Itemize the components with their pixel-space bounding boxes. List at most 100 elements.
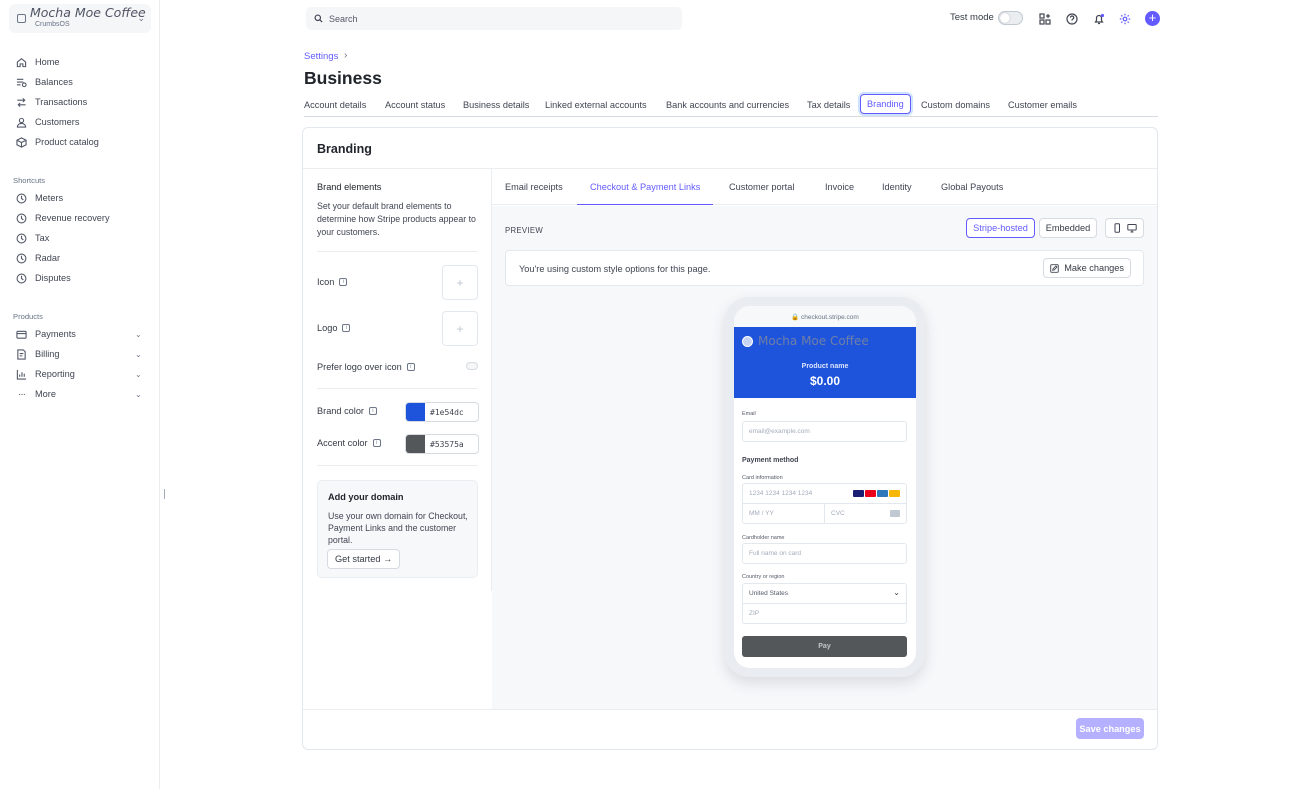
tab-linked-external-accounts[interactable]: Linked external accounts <box>545 94 647 116</box>
info-icon[interactable]: i <box>368 407 377 415</box>
info-icon[interactable]: i <box>342 324 351 332</box>
sidebar-resize-handle[interactable] <box>164 489 165 499</box>
balances-icon <box>16 77 27 88</box>
make-changes-button[interactable]: Make changes <box>1043 258 1131 278</box>
desktop-icon[interactable] <box>1127 223 1137 233</box>
tab-branding[interactable]: Branding <box>860 94 911 114</box>
accent-color-swatch[interactable] <box>406 435 425 453</box>
brand-color-hex[interactable]: #1e54dc <box>425 403 464 421</box>
cvc-card-icon <box>890 510 900 517</box>
sidebar-item-label: Disputes <box>35 273 71 283</box>
search-input[interactable] <box>329 13 659 24</box>
stripe-hosted-toggle[interactable]: Stripe-hosted <box>966 218 1035 238</box>
store-icon <box>17 14 26 23</box>
email-label: Email <box>742 411 756 417</box>
search-icon <box>314 14 323 23</box>
expiry-field[interactable]: MM / YY <box>742 503 825 524</box>
tab-customer-emails[interactable]: Customer emails <box>1008 94 1077 116</box>
cardholder-field[interactable]: Full name on card <box>742 543 907 564</box>
info-icon[interactable]: i <box>406 363 415 371</box>
info-icon[interactable]: i <box>339 278 348 286</box>
sidebar-item-label: Home <box>35 57 60 67</box>
email-field[interactable]: email@example.com <box>742 421 907 442</box>
checkout-price: $0.00 <box>809 374 841 388</box>
chevron-down-icon[interactable]: ⌄ <box>135 346 142 362</box>
tab-email-receipts[interactable]: Email receipts <box>505 169 563 205</box>
tab-bank-accounts-and-currencies[interactable]: Bank accounts and currencies <box>666 94 789 116</box>
sidebar-item-radar[interactable]: Radar <box>16 250 60 266</box>
add-domain-title: Add your domain <box>328 492 404 502</box>
help-icon[interactable] <box>1065 12 1078 25</box>
search-bar[interactable] <box>306 7 682 30</box>
tab-account-details[interactable]: Account details <box>304 94 366 116</box>
sidebar-item-reporting[interactable]: Reporting <box>16 366 75 382</box>
sidebar-item-transactions[interactable]: Transactions <box>16 94 87 110</box>
zip-field[interactable]: ZIP <box>742 603 907 624</box>
sidebar-item-label: Billing <box>35 349 60 359</box>
tab-customer-portal[interactable]: Customer portal <box>729 169 794 205</box>
sidebar-item-billing[interactable]: Billing <box>16 346 60 362</box>
brand-color-label-text: Brand color <box>317 406 364 416</box>
preview-area: PREVIEW Stripe-hosted Embedded You're us… <box>492 206 1157 709</box>
brand-color-label: Brand color i <box>317 406 377 416</box>
more-icon: ··· <box>18 388 26 400</box>
cvc-placeholder: CVC <box>831 510 845 517</box>
clock-icon <box>16 213 27 224</box>
test-mode-label: Test mode <box>950 12 994 23</box>
icon-upload-button[interactable]: + <box>442 265 478 300</box>
accent-color-input[interactable]: #53575a <box>405 434 479 454</box>
breadcrumb-settings[interactable]: Settings <box>304 51 338 62</box>
sidebar-item-label: Payments <box>35 329 76 339</box>
tab-custom-domains[interactable]: Custom domains <box>921 94 990 116</box>
sidebar-item-revenue-recovery[interactable]: Revenue recovery <box>16 210 110 226</box>
sidebar-item-meters[interactable]: Meters <box>16 190 63 206</box>
sidebar-item-balances[interactable]: Balances <box>16 74 73 90</box>
sidebar-item-label: Transactions <box>35 97 88 107</box>
country-select[interactable]: United States ⌄ <box>742 583 907 604</box>
test-mode-toggle[interactable] <box>998 11 1023 25</box>
sidebar-item-tax[interactable]: Tax <box>16 230 49 246</box>
apps-icon[interactable] <box>1038 12 1051 25</box>
account-switcher[interactable]: Mocha Moe Coffee CrumbsOS ⌄ <box>9 4 151 33</box>
sidebar-item-home[interactable]: Home <box>16 54 60 70</box>
create-plus-button[interactable]: + <box>1145 11 1160 26</box>
mobile-icon[interactable] <box>1112 223 1122 233</box>
tab-global-payouts[interactable]: Global Payouts <box>941 169 1003 205</box>
save-changes-button[interactable]: Save changes <box>1076 718 1144 739</box>
settings-gear-icon[interactable] <box>1118 12 1131 25</box>
tab-checkout-payment-links[interactable]: Checkout & Payment Links <box>577 169 714 205</box>
sidebar: Mocha Moe Coffee CrumbsOS ⌄ Home Balance… <box>0 0 160 789</box>
embedded-toggle[interactable]: Embedded <box>1039 218 1097 238</box>
breadcrumb-separator: › <box>344 50 348 61</box>
tab-account-status[interactable]: Account status <box>385 94 445 116</box>
tab-invoice[interactable]: Invoice <box>825 169 854 205</box>
chevron-down-icon[interactable]: ⌄ <box>135 326 142 342</box>
cvc-field[interactable]: CVC <box>824 503 907 524</box>
sidebar-item-product-catalog[interactable]: Product catalog <box>16 134 99 150</box>
tab-business-details[interactable]: Business details <box>463 94 529 116</box>
accent-color-hex[interactable]: #53575a <box>425 435 464 453</box>
tab-tax-details[interactable]: Tax details <box>807 94 850 116</box>
page-title: Business <box>304 68 382 88</box>
sidebar-item-customers[interactable]: Customers <box>16 114 79 130</box>
chevron-down-icon[interactable]: ⌄ <box>135 386 142 402</box>
tab-identity[interactable]: Identity <box>882 169 912 205</box>
brand-color-input[interactable]: #1e54dc <box>405 402 479 422</box>
sidebar-item-disputes[interactable]: Disputes <box>16 270 71 286</box>
get-started-button[interactable]: Get started → <box>327 549 401 569</box>
sidebar-item-more[interactable]: ··· More <box>16 386 56 402</box>
sidebar-item-label: Reporting <box>35 369 75 379</box>
card-number-field[interactable]: 1234 1234 1234 1234 <box>742 483 907 504</box>
chevron-down-icon[interactable]: ⌄ <box>135 366 142 382</box>
home-icon <box>16 57 27 68</box>
card-info-label: Card information <box>742 475 783 481</box>
sidebar-item-payments[interactable]: Payments <box>16 326 76 342</box>
edit-icon <box>1050 263 1059 273</box>
reporting-icon <box>16 369 27 380</box>
notifications-icon[interactable] <box>1092 12 1105 25</box>
pay-button[interactable]: Pay <box>742 636 907 657</box>
prefer-logo-toggle[interactable] <box>466 362 478 370</box>
brand-color-swatch[interactable] <box>406 403 425 421</box>
logo-upload-button[interactable]: + <box>442 311 478 346</box>
info-icon[interactable]: i <box>372 439 381 447</box>
